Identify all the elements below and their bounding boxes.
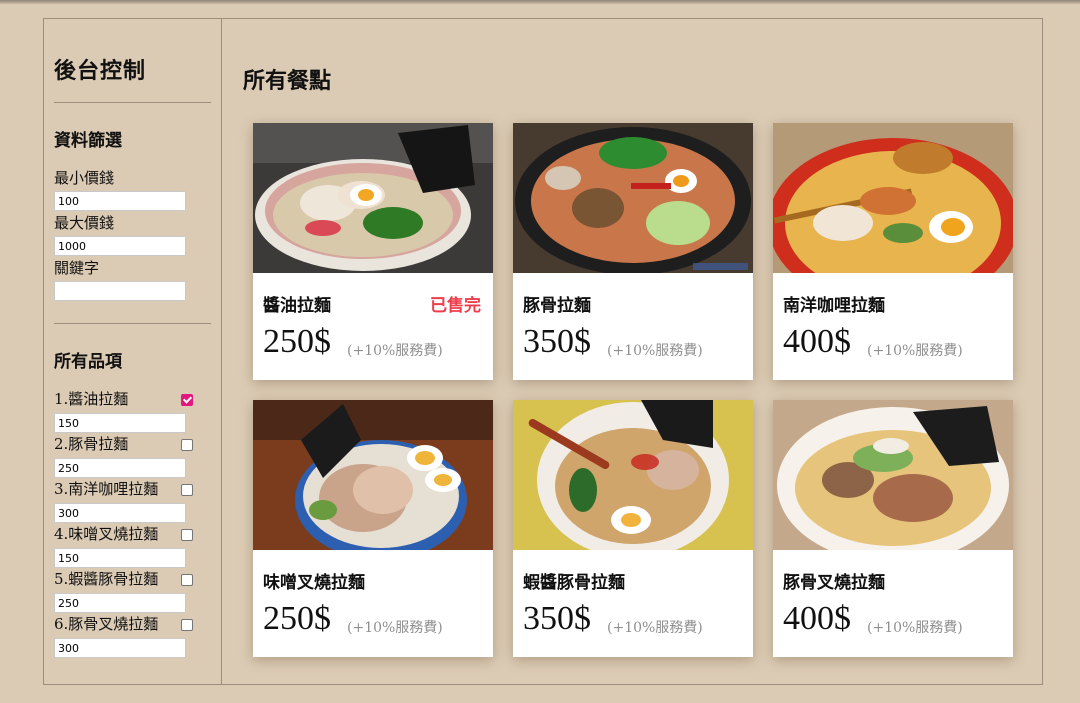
- menu-card[interactable]: 醬油拉麵 已售完 250$ (+10%服務費): [253, 123, 493, 380]
- item-checkbox[interactable]: [181, 484, 193, 496]
- item-price-input[interactable]: [54, 413, 186, 433]
- item-checkbox[interactable]: [181, 529, 193, 541]
- item-price-input[interactable]: [54, 548, 186, 568]
- card-name: 豚骨拉麵: [523, 296, 591, 316]
- item-row-3: 3.南洋咖哩拉麵: [54, 480, 196, 500]
- filter-section-title: 資料篩選: [54, 131, 122, 151]
- ramen-photo: [773, 400, 1013, 550]
- admin-layout: 後台控制 資料篩選 最小價錢 最大價錢 關鍵字 所有品項 1.醬油拉麵 2.豚骨…: [43, 18, 1043, 685]
- card-price: 250$: [263, 323, 331, 360]
- min-price-label: 最小價錢: [54, 169, 115, 187]
- card-price: 350$: [523, 323, 591, 360]
- page-title: 所有餐點: [243, 68, 332, 94]
- item-label: 3.南洋咖哩拉麵: [54, 480, 159, 498]
- menu-card[interactable]: 南洋咖哩拉麵 400$ (+10%服務費): [773, 123, 1013, 380]
- sidebar-title: 後台控制: [54, 58, 147, 84]
- divider: [54, 102, 211, 103]
- sidebar: 後台控制 資料篩選 最小價錢 最大價錢 關鍵字 所有品項 1.醬油拉麵 2.豚骨…: [44, 19, 222, 684]
- max-price-label: 最大價錢: [54, 214, 115, 232]
- ramen-photo: [773, 123, 1013, 273]
- service-fee-note: (+10%服務費): [607, 343, 703, 359]
- card-name: 醬油拉麵: [263, 296, 331, 316]
- item-row-4: 4.味噌叉燒拉麵: [54, 525, 196, 545]
- items-section-title: 所有品項: [54, 352, 122, 372]
- item-row-5: 5.蝦醬豚骨拉麵: [54, 570, 196, 590]
- card-name: 豚骨叉燒拉麵: [783, 573, 885, 593]
- min-price-input[interactable]: [54, 191, 186, 211]
- item-price-input[interactable]: [54, 593, 186, 613]
- card-name: 蝦醬豚骨拉麵: [523, 573, 625, 593]
- service-fee-note: (+10%服務費): [867, 343, 963, 359]
- service-fee-note: (+10%服務費): [867, 620, 963, 636]
- item-row-6: 6.豚骨叉燒拉麵: [54, 615, 196, 635]
- item-row-1: 1.醬油拉麵: [54, 390, 196, 410]
- item-checkbox[interactable]: [181, 574, 193, 586]
- service-fee-note: (+10%服務費): [347, 620, 443, 636]
- card-price: 400$: [783, 323, 851, 360]
- ramen-photo: [513, 400, 753, 550]
- card-price: 250$: [263, 600, 331, 637]
- ramen-photo: [253, 123, 493, 273]
- ramen-photo: [253, 400, 493, 550]
- menu-card[interactable]: 蝦醬豚骨拉麵 350$ (+10%服務費): [513, 400, 753, 657]
- menu-card[interactable]: 味噌叉燒拉麵 250$ (+10%服務費): [253, 400, 493, 657]
- item-label: 4.味噌叉燒拉麵: [54, 525, 159, 543]
- item-label: 1.醬油拉麵: [54, 390, 129, 408]
- card-price: 400$: [783, 600, 851, 637]
- item-price-input[interactable]: [54, 503, 186, 523]
- card-name: 味噌叉燒拉麵: [263, 573, 365, 593]
- max-price-input[interactable]: [54, 236, 186, 256]
- item-label: 6.豚骨叉燒拉麵: [54, 615, 159, 633]
- item-checkbox[interactable]: [181, 439, 193, 451]
- item-checkbox[interactable]: [181, 394, 193, 406]
- ramen-photo: [513, 123, 753, 273]
- item-checkbox[interactable]: [181, 619, 193, 631]
- divider: [54, 323, 211, 324]
- menu-card[interactable]: 豚骨拉麵 350$ (+10%服務費): [513, 123, 753, 380]
- menu-card[interactable]: 豚骨叉燒拉麵 400$ (+10%服務費): [773, 400, 1013, 657]
- service-fee-note: (+10%服務費): [347, 343, 443, 359]
- card-name: 南洋咖哩拉麵: [783, 296, 885, 316]
- item-price-input[interactable]: [54, 458, 186, 478]
- keyword-input[interactable]: [54, 281, 186, 301]
- top-shadow-bar: [0, 0, 1080, 4]
- keyword-label: 關鍵字: [54, 259, 100, 277]
- card-price: 350$: [523, 600, 591, 637]
- item-row-2: 2.豚骨拉麵: [54, 435, 196, 455]
- item-price-input[interactable]: [54, 638, 186, 658]
- sold-out-badge: 已售完: [430, 296, 481, 316]
- service-fee-note: (+10%服務費): [607, 620, 703, 636]
- item-label: 2.豚骨拉麵: [54, 435, 129, 453]
- item-label: 5.蝦醬豚骨拉麵: [54, 570, 159, 588]
